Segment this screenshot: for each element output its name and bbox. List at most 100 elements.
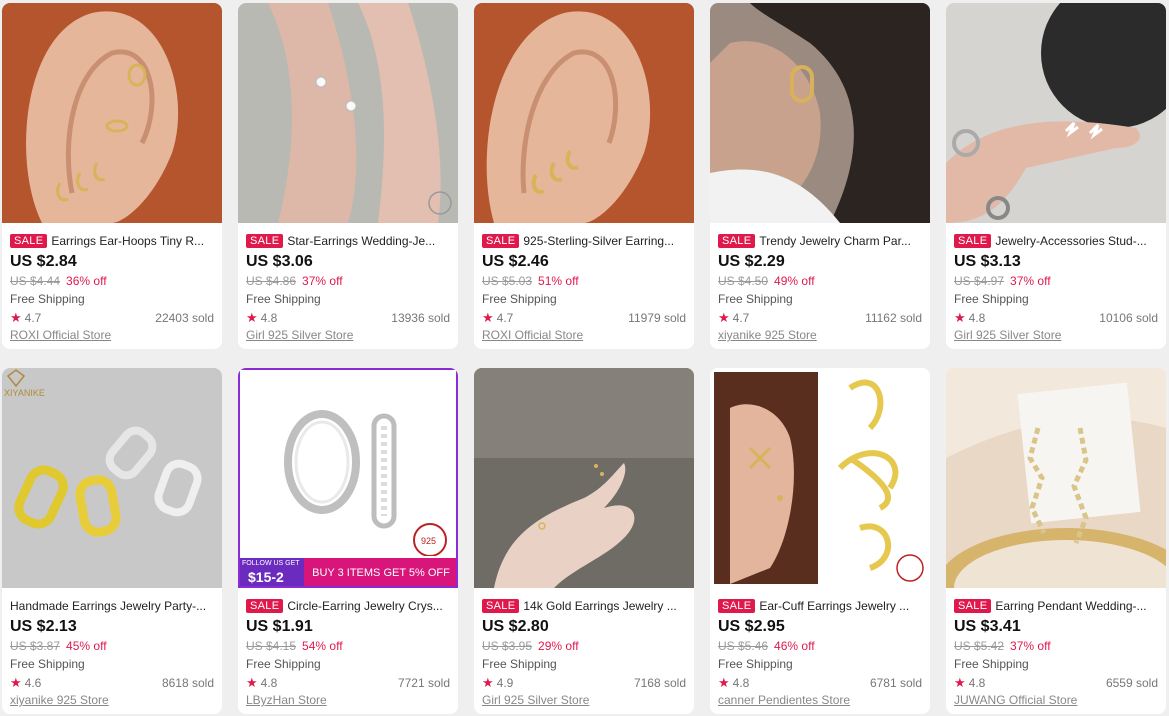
discount: 54% off	[302, 639, 343, 653]
sold-count: 8618 sold	[161, 676, 214, 690]
sold-count: 10106 sold	[1099, 311, 1158, 325]
product-title[interactable]: SALE 14k Gold Earrings Jewelry ...	[482, 598, 688, 614]
product-image[interactable]	[2, 3, 222, 223]
store-link[interactable]: ROXI Official Store	[10, 327, 111, 343]
store-link[interactable]: xiyanike 925 Store	[718, 327, 817, 343]
product-card[interactable]: SALE Earring Pendant Wedding-... US $3.41…	[946, 368, 1166, 714]
rating: ★ 4.8	[954, 310, 986, 325]
original-price: US $5.46	[718, 639, 769, 653]
price: US $1.91	[246, 618, 313, 635]
product-title[interactable]: SALE Earrings Ear-Hoops Tiny R...	[10, 233, 216, 249]
product-image[interactable]: XIYANIKE	[2, 368, 222, 588]
store-link[interactable]: xiyanike 925 Store	[10, 692, 109, 708]
product-card[interactable]: SALE Trendy Jewelry Charm Par... US $2.29…	[710, 3, 930, 349]
star-icon: ★	[10, 310, 22, 325]
product-card[interactable]: SALE 14k Gold Earrings Jewelry ... US $2.…	[474, 368, 694, 714]
shipping-label: Free Shipping	[10, 657, 85, 671]
star-icon: ★	[246, 675, 258, 690]
sale-badge: SALE	[246, 599, 284, 613]
rating: ★ 4.7	[718, 310, 750, 325]
discount: 49% off	[774, 274, 815, 288]
product-title[interactable]: SALE Circle-Earring Jewelry Crys...	[246, 598, 452, 614]
price: US $3.41	[954, 618, 1021, 635]
silver-badge: 925	[421, 536, 436, 546]
price: US $2.46	[482, 253, 549, 270]
original-price: US $4.97	[954, 274, 1005, 288]
rating: ★ 4.8	[246, 310, 278, 325]
store-link[interactable]: Girl 925 Silver Store	[482, 692, 589, 708]
product-card[interactable]: SALE Earrings Ear-Hoops Tiny R... US $2.8…	[2, 3, 222, 349]
product-image[interactable]	[710, 3, 930, 223]
star-icon: ★	[482, 675, 494, 690]
rating: ★ 4.6	[10, 675, 42, 690]
product-image[interactable]	[238, 3, 458, 223]
sold-count: 22403 sold	[155, 311, 214, 325]
product-image[interactable]	[474, 368, 694, 588]
price: US $2.29	[718, 253, 785, 270]
store-link[interactable]: canner Pendientes Store	[718, 692, 850, 708]
price: US $2.95	[718, 618, 785, 635]
product-image[interactable]	[710, 368, 930, 588]
store-link[interactable]: LByzHan Store	[246, 692, 327, 708]
product-image[interactable]: 925 FOLLOW US GET $15-2 BUY 3 ITEMS GET …	[238, 368, 458, 588]
promo-offer: BUY 3 ITEMS GET 5% OFF	[304, 558, 456, 586]
sale-badge: SALE	[482, 599, 520, 613]
product-card[interactable]: 925 FOLLOW US GET $15-2 BUY 3 ITEMS GET …	[238, 368, 458, 714]
star-icon: ★	[482, 310, 494, 325]
star-icon: ★	[246, 310, 258, 325]
original-price: US $5.03	[482, 274, 533, 288]
product-image[interactable]	[946, 3, 1166, 223]
shipping-label: Free Shipping	[482, 292, 557, 306]
sold-count: 13936 sold	[391, 311, 450, 325]
product-card[interactable]: SALE Star-Earrings Wedding-Je... US $3.06…	[238, 3, 458, 349]
product-card[interactable]: XIYANIKE Handmade Earrings Jewelry Party…	[2, 368, 222, 714]
product-image[interactable]	[946, 368, 1166, 588]
sale-badge: SALE	[954, 234, 992, 248]
original-price: US $5.42	[954, 639, 1005, 653]
product-title[interactable]: SALE Trendy Jewelry Charm Par...	[718, 233, 924, 249]
product-title[interactable]: SALE Jewelry-Accessories Stud-...	[954, 233, 1160, 249]
star-icon: ★	[954, 675, 966, 690]
product-title[interactable]: SALE Ear-Cuff Earrings Jewelry ...	[718, 598, 924, 614]
store-link[interactable]: Girl 925 Silver Store	[954, 327, 1061, 343]
price: US $2.84	[10, 253, 77, 270]
product-title[interactable]: SALE Star-Earrings Wedding-Je...	[246, 233, 452, 249]
original-price: US $3.87	[10, 639, 61, 653]
store-link[interactable]: ROXI Official Store	[482, 327, 583, 343]
product-card[interactable]: SALE 925-Sterling-Silver Earring... US $2…	[474, 3, 694, 349]
shipping-label: Free Shipping	[246, 292, 321, 306]
promo-banner[interactable]: FOLLOW US GET $15-2 BUY 3 ITEMS GET 5% O…	[240, 558, 456, 586]
discount: 46% off	[774, 639, 815, 653]
sale-badge: SALE	[718, 234, 756, 248]
sold-count: 11162 sold	[865, 311, 922, 325]
rating: ★ 4.9	[482, 675, 514, 690]
sold-count: 7721 sold	[397, 676, 450, 690]
sale-badge: SALE	[954, 599, 992, 613]
rating: ★ 4.7	[482, 310, 514, 325]
sold-count: 7168 sold	[633, 676, 686, 690]
rating: ★ 4.8	[954, 675, 986, 690]
original-price: US $3.95	[482, 639, 533, 653]
product-image[interactable]	[474, 3, 694, 223]
sale-badge: SALE	[718, 599, 756, 613]
price: US $3.13	[954, 253, 1021, 270]
price: US $3.06	[246, 253, 313, 270]
shipping-label: Free Shipping	[246, 657, 321, 671]
shipping-label: Free Shipping	[718, 292, 793, 306]
star-icon: ★	[10, 675, 22, 690]
product-card[interactable]: SALE Ear-Cuff Earrings Jewelry ... US $2.…	[710, 368, 930, 714]
product-title[interactable]: Handmade Earrings Jewelry Party-...	[10, 598, 216, 614]
shipping-label: Free Shipping	[482, 657, 557, 671]
product-title[interactable]: SALE 925-Sterling-Silver Earring...	[482, 233, 688, 249]
discount: 45% off	[66, 639, 107, 653]
shipping-label: Free Shipping	[954, 657, 1029, 671]
sold-count: 6559 sold	[1105, 676, 1158, 690]
discount: 37% off	[302, 274, 343, 288]
promo-follow-text: FOLLOW US GET	[242, 560, 300, 567]
store-link[interactable]: JUWANG Official Store	[954, 692, 1077, 708]
product-card[interactable]: SALE Jewelry-Accessories Stud-... US $3.1…	[946, 3, 1166, 349]
store-link[interactable]: Girl 925 Silver Store	[246, 327, 353, 343]
star-icon: ★	[718, 675, 730, 690]
product-title[interactable]: SALE Earring Pendant Wedding-...	[954, 598, 1160, 614]
promo-coupon: $15-2	[248, 569, 284, 585]
